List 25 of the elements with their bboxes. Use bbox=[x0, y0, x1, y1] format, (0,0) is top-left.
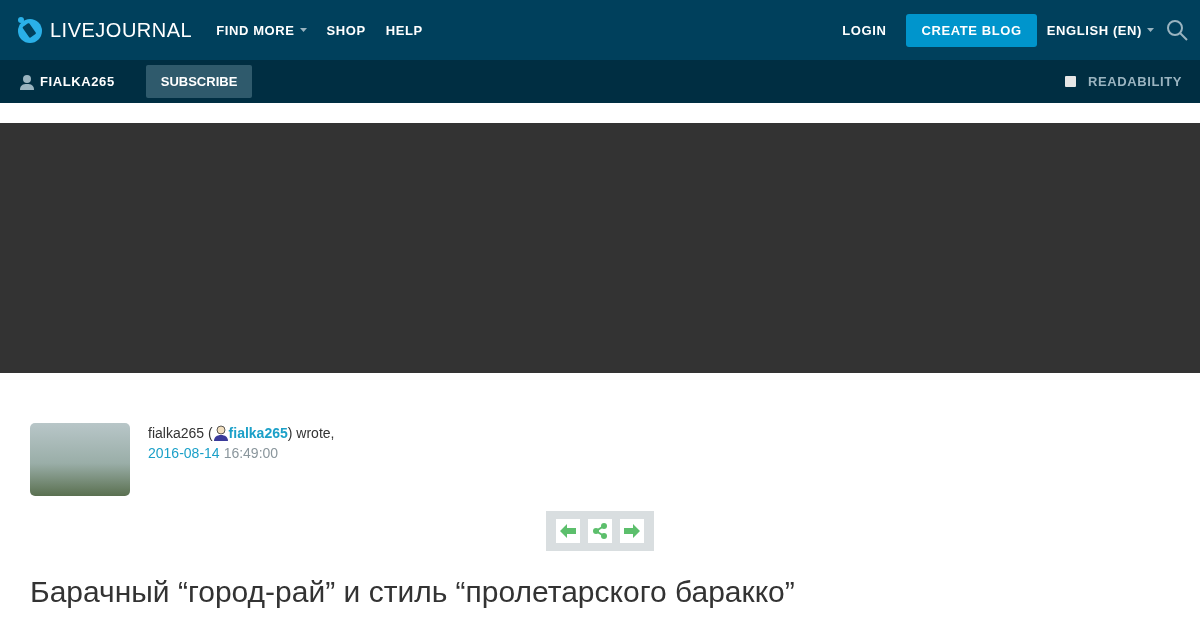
share-icon bbox=[592, 523, 608, 539]
logo-icon bbox=[16, 16, 44, 44]
right-arrow-icon bbox=[624, 524, 640, 538]
language-selector[interactable]: ENGLISH (EN) bbox=[1046, 22, 1154, 38]
author-line: fialka265 ( fialka265) wrote, bbox=[148, 425, 335, 441]
nav-link[interactable]: SHOP bbox=[326, 22, 366, 38]
previous-button[interactable] bbox=[556, 519, 580, 543]
readability-label[interactable]: READABILITY bbox=[1088, 74, 1182, 89]
nav-link[interactable]: HELP bbox=[385, 22, 423, 38]
subscribe-button[interactable]: SUBSCRIBE bbox=[145, 65, 253, 98]
share-button[interactable] bbox=[588, 519, 612, 543]
readability-checkbox[interactable] bbox=[1065, 76, 1076, 87]
search-icon[interactable] bbox=[1166, 19, 1188, 41]
next-button[interactable] bbox=[620, 519, 644, 543]
username-link[interactable]: FIALKA265 bbox=[40, 74, 115, 89]
user-icon bbox=[20, 73, 34, 90]
nav-link[interactable]: FIND MORE bbox=[216, 22, 307, 38]
left-arrow-icon bbox=[560, 524, 576, 538]
user-icon bbox=[212, 425, 229, 441]
logo-text[interactable]: LIVEJOURNAL bbox=[50, 18, 193, 42]
post-time: 16:49:00 bbox=[223, 445, 279, 461]
post-title: Барачный “город-рай” и стиль “пролетарского баракко” bbox=[30, 575, 796, 609]
caret-icon bbox=[1147, 28, 1154, 32]
caret-icon bbox=[299, 28, 307, 32]
login-link[interactable]: LOGIN bbox=[842, 22, 887, 38]
